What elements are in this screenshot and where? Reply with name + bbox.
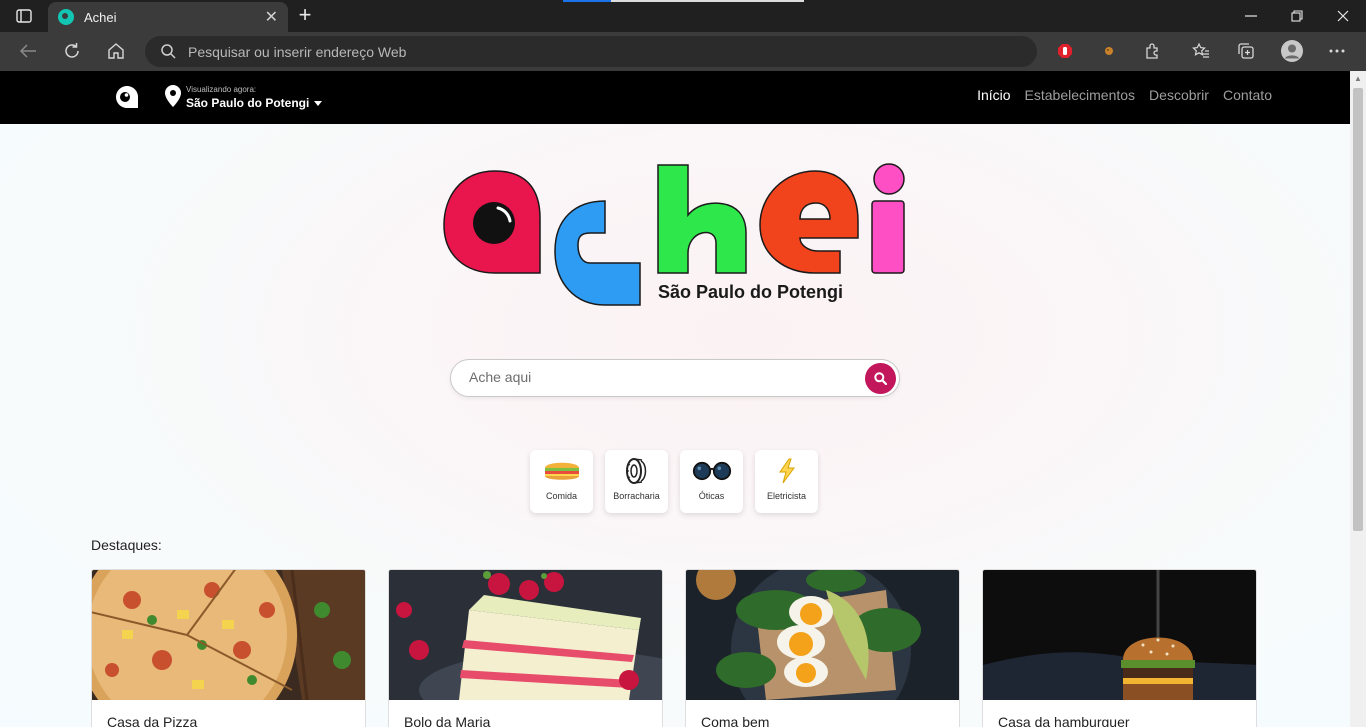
lightning-icon bbox=[767, 458, 807, 484]
location-selector[interactable]: Visualizando agora: São Paulo do Potengi bbox=[165, 85, 323, 111]
glasses-icon bbox=[692, 458, 732, 484]
close-window-icon[interactable] bbox=[1320, 0, 1366, 32]
category-borracharia[interactable]: Borracharia bbox=[605, 450, 668, 513]
new-tab-icon[interactable]: + bbox=[292, 4, 318, 28]
viewing-label: Visualizando agora: bbox=[186, 85, 257, 94]
page-viewport: Visualizando agora: São Paulo do Potengi… bbox=[0, 71, 1350, 727]
burger-photo bbox=[983, 570, 1256, 700]
category-label: Borracharia bbox=[613, 491, 660, 501]
highlights-title: Destaques: bbox=[91, 537, 162, 553]
loading-indicator bbox=[563, 0, 804, 2]
site-navbar: Visualizando agora: São Paulo do Potengi… bbox=[0, 71, 1350, 124]
browser-toolbar bbox=[0, 32, 1366, 71]
active-tab[interactable]: Achei ✕ bbox=[48, 2, 288, 32]
nav-link-inicio[interactable]: Início bbox=[977, 87, 1010, 103]
search-input[interactable] bbox=[469, 369, 849, 385]
brand-city-label: São Paulo do Potengi bbox=[658, 282, 844, 302]
home-icon[interactable] bbox=[101, 37, 131, 65]
restore-icon[interactable] bbox=[1274, 0, 1320, 32]
current-city: São Paulo do Potengi bbox=[186, 96, 310, 110]
site-favicon-icon bbox=[58, 9, 74, 25]
highlight-card[interactable]: Coma bem bbox=[685, 569, 960, 727]
highlight-card[interactable]: Casa da hamburguer bbox=[982, 569, 1257, 727]
tab-title: Achei bbox=[84, 9, 117, 25]
nav-link-estabelecimentos[interactable]: Estabelecimentos bbox=[1025, 87, 1136, 103]
favorites-icon[interactable] bbox=[1186, 37, 1216, 65]
address-input[interactable] bbox=[188, 43, 988, 60]
tab-actions-icon[interactable] bbox=[6, 4, 42, 28]
back-icon[interactable] bbox=[13, 37, 43, 65]
logo-letter-e bbox=[759, 170, 859, 274]
address-bar[interactable] bbox=[145, 36, 1037, 67]
search-icon bbox=[161, 44, 176, 59]
refresh-icon[interactable] bbox=[57, 37, 87, 65]
minimize-icon[interactable] bbox=[1228, 0, 1274, 32]
search-icon bbox=[874, 372, 887, 385]
logo-letter-a bbox=[443, 170, 541, 274]
page-scrollbar[interactable]: ▲ bbox=[1350, 71, 1366, 727]
card-title: Casa da hamburguer bbox=[998, 714, 1130, 727]
card-title: Coma bem bbox=[701, 714, 770, 727]
tire-icon bbox=[617, 458, 657, 484]
category-list: Comida Borracharia Óticas Eletricista bbox=[530, 450, 818, 513]
card-title: Casa da Pizza bbox=[107, 714, 198, 727]
nav-link-descobrir[interactable]: Descobrir bbox=[1149, 87, 1209, 103]
cookie-extension-icon[interactable] bbox=[1094, 37, 1124, 65]
adblock-extension-icon[interactable] bbox=[1050, 37, 1080, 65]
close-tab-icon[interactable]: ✕ bbox=[265, 7, 278, 27]
category-label: Eletricista bbox=[766, 491, 806, 501]
category-eletricista[interactable]: Eletricista bbox=[755, 450, 818, 513]
category-label: Óticas bbox=[698, 491, 725, 501]
browser-tab-bar: Achei ✕ + bbox=[0, 0, 1366, 32]
main-nav: Início Estabelecimentos Descobrir Contat… bbox=[977, 87, 1272, 103]
more-menu-icon[interactable] bbox=[1322, 37, 1352, 65]
site-logo-icon[interactable] bbox=[115, 85, 139, 109]
profile-avatar-icon[interactable] bbox=[1277, 37, 1307, 65]
nav-link-contato[interactable]: Contato bbox=[1223, 87, 1272, 103]
category-oticas[interactable]: Óticas bbox=[680, 450, 743, 513]
category-comida[interactable]: Comida bbox=[530, 450, 593, 513]
category-label: Comida bbox=[545, 491, 577, 501]
logo-letter-h bbox=[657, 164, 747, 274]
highlights-cards: Casa da Pizza Bolo da Maria Coma bem Cas… bbox=[91, 569, 1257, 727]
card-title: Bolo da Maria bbox=[404, 714, 491, 727]
highlight-card[interactable]: Casa da Pizza bbox=[91, 569, 366, 727]
logo-letter-c bbox=[554, 200, 641, 306]
search-box bbox=[450, 359, 900, 397]
extensions-icon[interactable] bbox=[1138, 37, 1168, 65]
search-button[interactable] bbox=[865, 363, 896, 394]
collections-icon[interactable] bbox=[1231, 37, 1261, 65]
location-pin-icon bbox=[165, 85, 181, 107]
logo-letter-i bbox=[871, 163, 905, 274]
cake-photo bbox=[389, 570, 662, 700]
caret-down-icon bbox=[314, 100, 323, 106]
pizza-photo bbox=[92, 570, 365, 700]
sandwich-icon bbox=[542, 458, 582, 484]
eggs-toast-photo bbox=[686, 570, 959, 700]
scrollbar-thumb[interactable] bbox=[1353, 88, 1363, 531]
highlight-card[interactable]: Bolo da Maria bbox=[388, 569, 663, 727]
scroll-up-icon[interactable]: ▲ bbox=[1350, 74, 1366, 86]
